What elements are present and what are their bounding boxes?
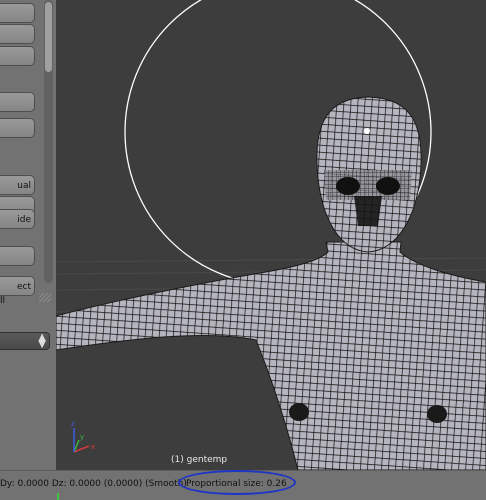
tool-button-side[interactable]: ide bbox=[0, 209, 35, 229]
tool-button[interactable] bbox=[0, 118, 35, 138]
highlight-annotation-ellipse bbox=[178, 470, 296, 495]
body-mesh bbox=[56, 241, 486, 470]
panel-label: ll bbox=[0, 296, 6, 306]
chest-detail-right bbox=[427, 405, 447, 423]
eye-left bbox=[336, 177, 360, 195]
axis-label-y: y bbox=[80, 433, 84, 441]
tool-button[interactable] bbox=[0, 246, 35, 266]
tool-button-manual[interactable]: ual bbox=[0, 175, 35, 195]
eye-right bbox=[376, 177, 400, 195]
panel-scrollbar[interactable] bbox=[44, 0, 53, 283]
tool-button[interactable] bbox=[0, 3, 35, 23]
chest-detail-left bbox=[289, 403, 309, 421]
transform-deltas-text: Dy: 0.0000 Dz: 0.0000 (0.0000) (Smooth) bbox=[0, 479, 187, 489]
object-name-label: (1) gentemp bbox=[171, 455, 228, 465]
viewport-canvas[interactable]: x y z bbox=[56, 0, 486, 470]
updown-arrows-icon: ▲ ▼ bbox=[38, 332, 46, 350]
tool-button[interactable] bbox=[0, 46, 35, 66]
resize-grip-icon[interactable] bbox=[39, 293, 51, 302]
origin-point bbox=[364, 128, 370, 134]
scrollbar-thumb[interactable] bbox=[45, 2, 52, 72]
nose-mouth-region bbox=[354, 196, 382, 226]
axis-label-x: x bbox=[91, 443, 95, 451]
timeline-marker bbox=[57, 493, 59, 500]
tool-button[interactable] bbox=[0, 92, 35, 112]
mode-dropdown[interactable]: ▲ ▼ bbox=[0, 332, 50, 350]
tool-button-select[interactable]: ect bbox=[0, 276, 35, 296]
tool-shelf-panel: ual ide ect ll ▲ ▼ bbox=[0, 0, 56, 470]
tool-button[interactable] bbox=[0, 24, 35, 44]
axis-label-z: z bbox=[71, 420, 75, 428]
3d-viewport[interactable]: x y z (1) gentemp bbox=[56, 0, 486, 470]
